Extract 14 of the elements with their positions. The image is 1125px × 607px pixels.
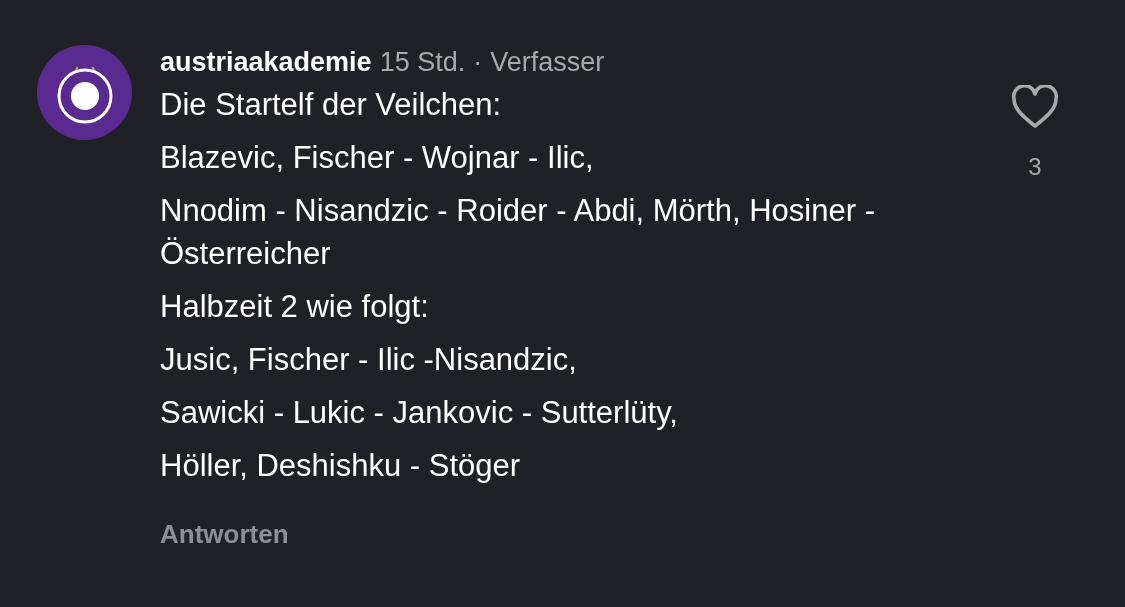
comment-text: Jusic, Fischer - Ilic -Nisandzic, <box>160 341 578 379</box>
like-count: 3 <box>1028 152 1042 182</box>
comment-text: Nnodim - Nisandzic - Roider - Abdi, Mörth, Hosiner - Österreicher <box>160 192 876 273</box>
comment-text: Höller, Deshishku - Stöger <box>160 447 522 485</box>
comment-text: Blazevic, Fischer - Wojnar - Ilic, <box>160 139 595 177</box>
reply-link[interactable]: Antworten <box>160 515 289 554</box>
comment-text: Halbzeit 2 wie folgt: <box>160 288 430 326</box>
username[interactable]: austriaakademie <box>160 45 372 79</box>
timestamp: 15 Std. <box>379 46 466 79</box>
comment-text: Die Startelf der Veilchen: <box>160 86 503 124</box>
comment-text: Sawicki - Lukic - Jankovic - Sutterlüty, <box>160 394 679 432</box>
separator: · <box>473 46 483 79</box>
heart-icon[interactable] <box>1011 85 1059 129</box>
author-label: Verfasser <box>490 46 605 79</box>
